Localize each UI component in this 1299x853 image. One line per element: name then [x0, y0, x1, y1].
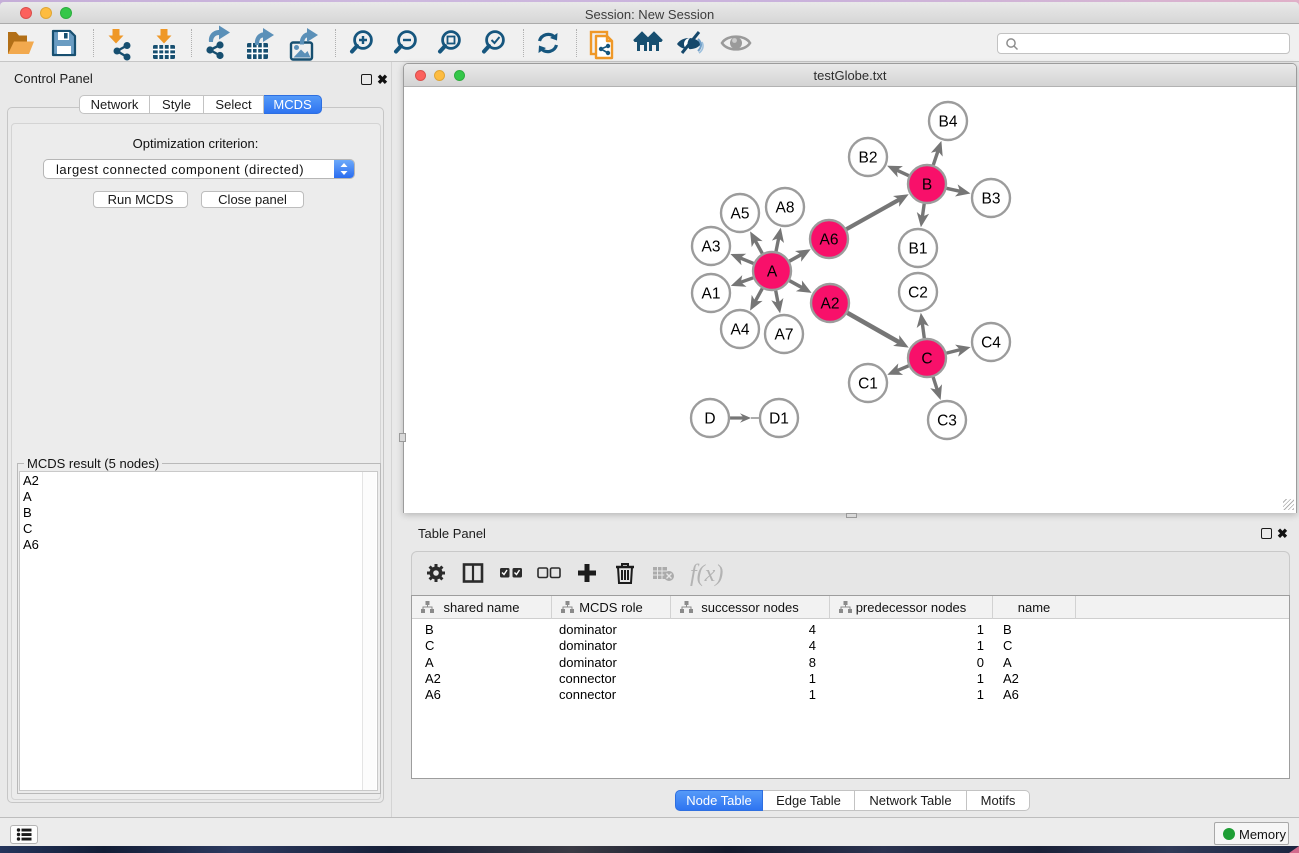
svg-text:D1: D1 [769, 411, 789, 428]
svg-text:B2: B2 [859, 150, 878, 167]
svg-text:C2: C2 [908, 285, 928, 302]
svg-text:f(x): f(x) [690, 561, 723, 587]
svg-text:B: B [922, 177, 932, 194]
svg-text:C: C [921, 351, 932, 368]
svg-text:A1: A1 [702, 286, 721, 303]
svg-text:D: D [704, 411, 715, 428]
svg-text:B1: B1 [909, 241, 928, 258]
svg-text:A2: A2 [821, 296, 840, 313]
svg-text:C1: C1 [858, 376, 878, 393]
svg-text:A6: A6 [820, 232, 839, 249]
svg-text:C3: C3 [937, 413, 957, 430]
svg-text:A4: A4 [731, 322, 750, 339]
svg-text:B4: B4 [939, 114, 958, 131]
svg-text:A7: A7 [775, 327, 794, 344]
svg-text:B3: B3 [982, 191, 1001, 208]
svg-text:A: A [767, 264, 778, 281]
svg-text:A3: A3 [702, 239, 721, 256]
svg-text:A5: A5 [731, 206, 750, 223]
svg-text:A8: A8 [776, 200, 795, 217]
svg-text:C4: C4 [981, 335, 1001, 352]
